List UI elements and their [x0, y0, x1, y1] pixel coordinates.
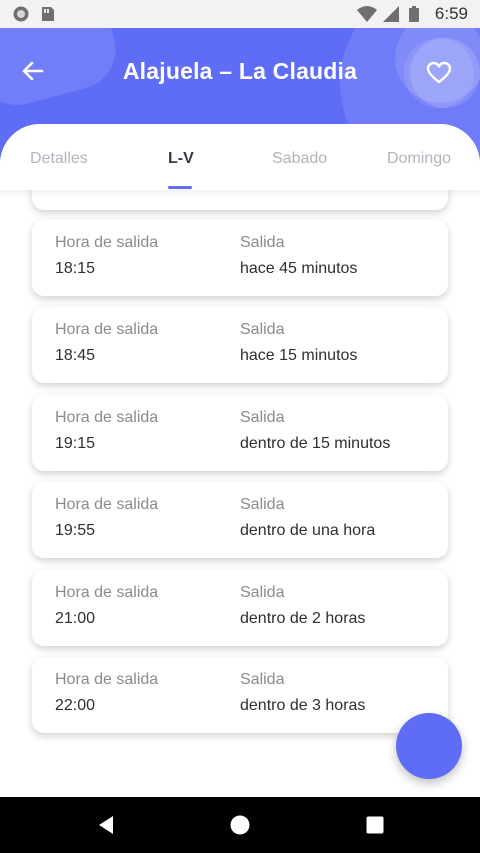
- departure-time: 18:15: [55, 260, 96, 277]
- departure-status: hace 45 minutos: [240, 260, 358, 277]
- departure-time: 19:15: [55, 435, 96, 452]
- status-left: [12, 5, 62, 23]
- departure-time-label: Hora de salida: [55, 584, 159, 601]
- heart-outline-icon: [426, 61, 452, 84]
- status-bar: 6:59: [0, 0, 480, 28]
- departure-status: dentro de una hora: [240, 522, 376, 539]
- schedule-card[interactable]: Hora de salida 22:00 Salida dentro de 3 …: [32, 657, 448, 733]
- favorite-button[interactable]: [404, 38, 480, 108]
- departure-status: dentro de 3 horas: [240, 697, 366, 714]
- departure-status-label: Salida: [240, 409, 285, 426]
- departure-time-label: Hora de salida: [55, 409, 159, 426]
- status-time: 6:59: [434, 4, 468, 23]
- schedule-card[interactable]: Hora de salida 18:45 Salida hace 15 minu…: [32, 307, 448, 383]
- departure-status: dentro de 2 horas: [240, 610, 366, 627]
- status-right: 6:59: [355, 4, 468, 23]
- departure-status: hace 15 minutos: [240, 347, 358, 364]
- departure-time: 19:55: [55, 522, 96, 539]
- departure-time-label: Hora de salida: [55, 496, 159, 513]
- tab-l-v[interactable]: L-V: [168, 150, 194, 168]
- home-circle-icon[interactable]: [228, 813, 252, 837]
- wifi-icon: [356, 6, 377, 22]
- departure-time-label: Hora de salida: [55, 234, 159, 251]
- departure-status: dentro de 15 minutos: [240, 435, 391, 452]
- schedule-card[interactable]: Hora de salida 19:15 Salida dentro de 15…: [32, 395, 448, 471]
- departure-status-label: Salida: [240, 496, 285, 513]
- departure-time: 22:00: [55, 697, 96, 714]
- screen: 6:59 Alajuela – La Claudia Detalles L-V …: [0, 0, 480, 853]
- navigation-bar: [0, 797, 480, 853]
- notification-icons: [13, 6, 54, 22]
- tab-domingo[interactable]: Domingo: [387, 150, 451, 168]
- tab-detalles[interactable]: Detalles: [30, 150, 88, 168]
- departure-status-label: Salida: [240, 234, 285, 251]
- tab-bar: Detalles L-V Sabado Domingo: [0, 124, 480, 190]
- schedule-card[interactable]: Hora de salida 21:00 Salida dentro de 2 …: [32, 570, 448, 646]
- departure-status-label: Salida: [240, 671, 285, 688]
- tab-sabado[interactable]: Sabado: [272, 150, 327, 168]
- signal-icon: [382, 6, 399, 22]
- back-triangle-icon[interactable]: [94, 813, 118, 837]
- recents-square-icon[interactable]: [363, 813, 387, 837]
- departure-status-label: Salida: [240, 321, 285, 338]
- system-icons: [356, 6, 419, 22]
- departure-time: 21:00: [55, 610, 96, 627]
- departure-time-label: Hora de salida: [55, 671, 159, 688]
- departure-time: 18:45: [55, 347, 96, 364]
- departure-status-label: Salida: [240, 584, 285, 601]
- schedule-card[interactable]: Hora de salida 19:55 Salida dentro de un…: [32, 482, 448, 558]
- departure-time-label: Hora de salida: [55, 321, 159, 338]
- tab-indicator: [168, 186, 192, 189]
- schedule-card[interactable]: Hora de salida 18:15 Salida hace 45 minu…: [32, 220, 448, 296]
- content-panel: Detalles L-V Sabado Domingo Hora de sali…: [0, 124, 480, 797]
- battery-icon: [408, 8, 419, 22]
- floating-action-button[interactable]: [396, 713, 462, 779]
